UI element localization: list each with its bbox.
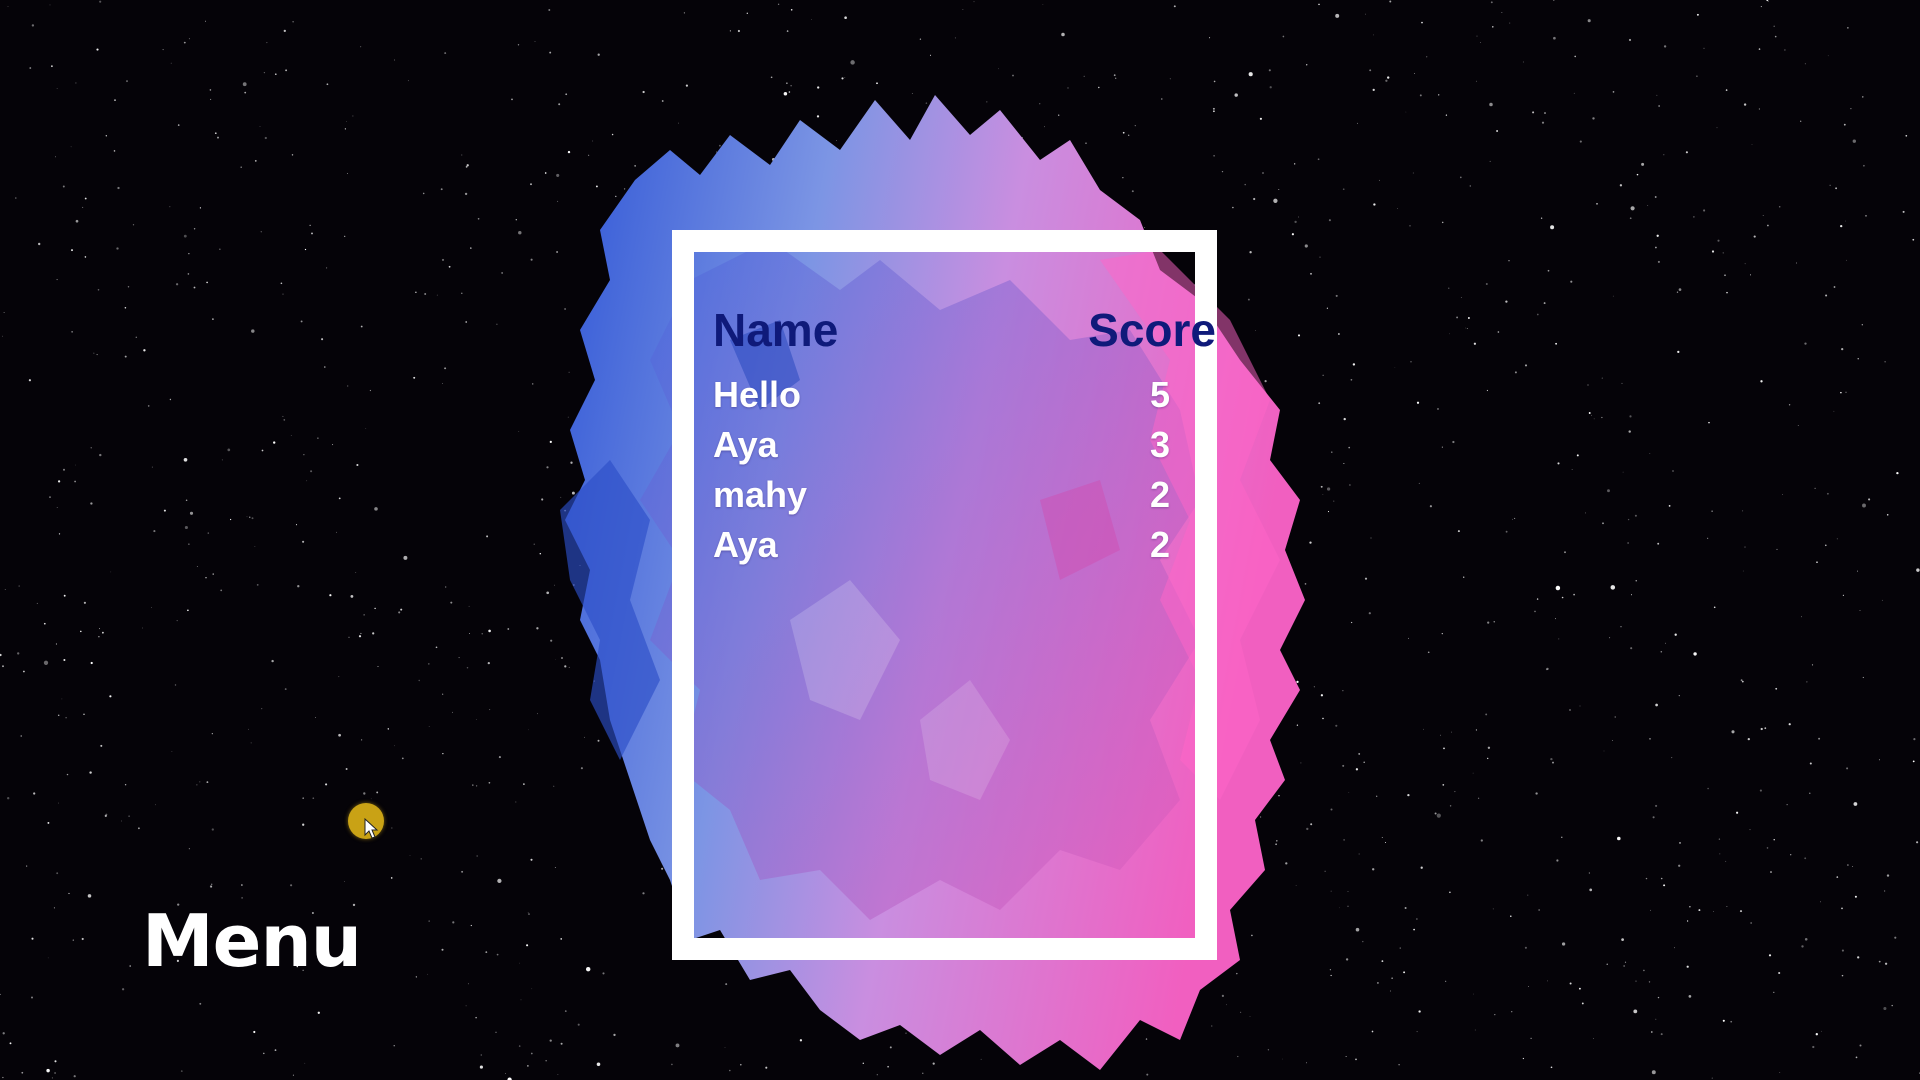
player-score: 2 (1149, 474, 1170, 515)
score-column-header: Score (1088, 304, 1216, 356)
leaderboard-header-row: Name Score (700, 300, 1216, 370)
leaderboard-row: Aya 3 (700, 420, 1200, 470)
player-name: Hello (713, 374, 802, 415)
player-name: mahy (713, 474, 808, 515)
player-score: 3 (1149, 424, 1170, 465)
leaderboard-table: Name Score Hello 5 Aya 3 mahy 2 Aya 2 (700, 300, 1216, 570)
player-score: 2 (1149, 524, 1170, 565)
leaderboard-row: Aya 2 (700, 520, 1200, 570)
player-name: Aya (713, 524, 778, 565)
pointer-cursor-icon (364, 818, 379, 839)
menu-button[interactable]: Menu (142, 905, 362, 977)
player-score: 5 (1149, 374, 1170, 415)
leaderboard-row: Hello 5 (700, 370, 1200, 420)
name-column-header: Name (713, 304, 839, 356)
leaderboard-row: mahy 2 (700, 470, 1200, 520)
player-name: Aya (713, 424, 778, 465)
